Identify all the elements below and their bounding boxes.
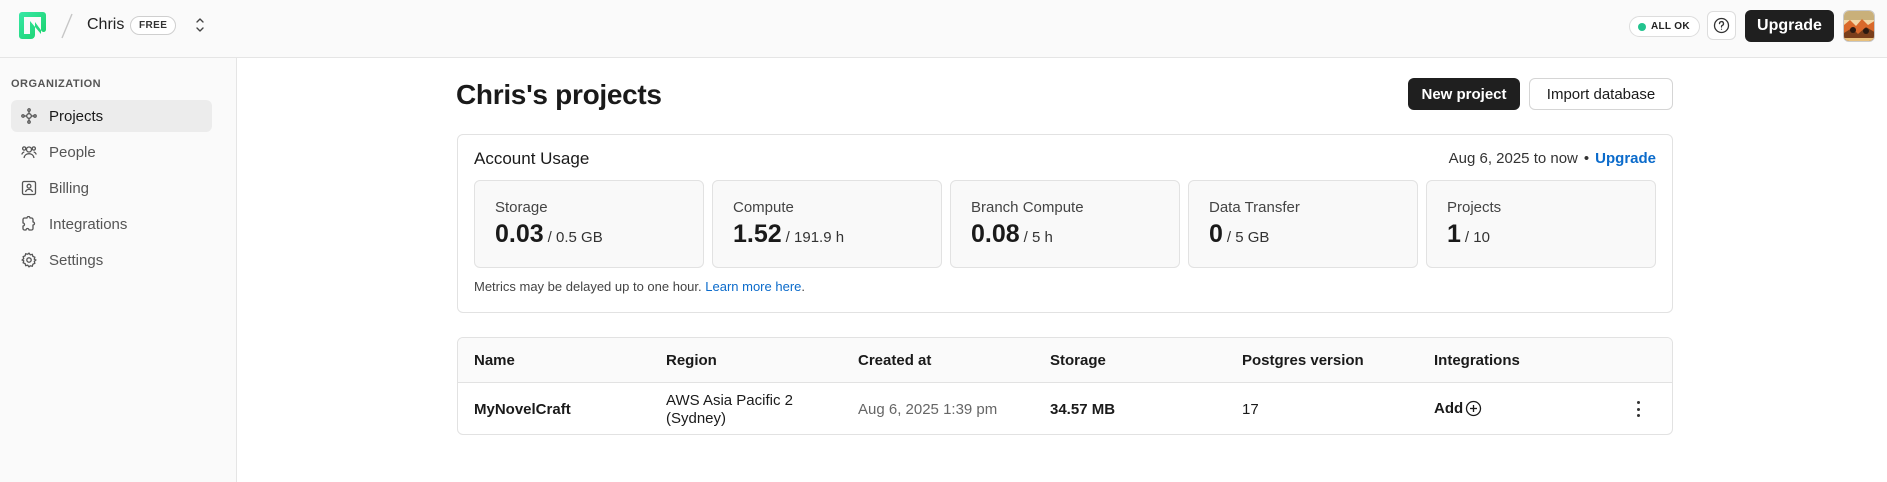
add-integration-label: Add [1434, 400, 1464, 417]
usage-title: Account Usage [474, 149, 590, 168]
column-header-region[interactable]: Region [666, 352, 717, 369]
projects-icon [21, 108, 37, 124]
sidebar-item-billing[interactable]: Billing [11, 172, 212, 204]
metric-projects: Projects 1/ 10 [1426, 180, 1656, 268]
plan-badge: FREE [130, 16, 177, 35]
metric-value: 1.52 [733, 220, 782, 248]
status-label: ALL OK [1651, 21, 1690, 32]
page-title: Chris's projects [456, 79, 662, 110]
import-database-button[interactable]: Import database [1529, 78, 1673, 110]
chevron-up-down-icon[interactable] [193, 16, 207, 34]
usage-upgrade-link[interactable]: Upgrade [1595, 150, 1656, 167]
usage-range-text: Aug 6, 2025 to now [1448, 150, 1578, 167]
metric-limit: / 5 GB [1226, 229, 1270, 246]
metric-label: Data Transfer [1209, 199, 1300, 216]
billing-icon [21, 180, 37, 196]
metric-limit: / 0.5 GB [547, 229, 603, 246]
sidebar-item-label: Projects [49, 107, 104, 125]
usage-note-text: Metrics may be delayed up to one hour. [474, 279, 702, 294]
metric-data-transfer: Data Transfer 0/ 5 GB [1188, 180, 1418, 268]
usage-note: Metrics may be delayed up to one hour. L… [474, 279, 805, 294]
org-name[interactable]: Chris [87, 16, 124, 34]
breadcrumb-separator [60, 12, 74, 40]
sidebar-item-label: Integrations [49, 215, 128, 233]
project-storage: 34.57 MB [1050, 401, 1116, 418]
account-usage-card: Account Usage Aug 6, 2025 to now • Upgra… [457, 134, 1673, 313]
project-postgres-version: 17 [1242, 401, 1259, 418]
usage-range: Aug 6, 2025 to now • Upgrade [1449, 150, 1656, 167]
add-integration-button[interactable]: Add [1434, 400, 1482, 417]
new-project-button[interactable]: New project [1408, 78, 1520, 110]
projects-table: Name Region Created at Storage Postgres … [457, 337, 1673, 435]
status-dot-icon [1638, 22, 1646, 31]
metric-label: Branch Compute [971, 199, 1084, 216]
metric-limit: / 191.9 h [785, 229, 845, 246]
metric-branch-compute: Branch Compute 0.08/ 5 h [950, 180, 1180, 268]
column-header-created[interactable]: Created at [858, 352, 931, 369]
column-header-storage[interactable]: Storage [1050, 352, 1106, 369]
upgrade-button[interactable]: Upgrade [1745, 10, 1834, 42]
sidebar-item-label: People [49, 143, 96, 161]
project-name-link[interactable]: MyNovelCraft [474, 401, 571, 418]
sidebar-item-people[interactable]: People [11, 136, 212, 168]
project-region: AWS Asia Pacific 2 (Sydney) [666, 392, 793, 428]
usage-range-separator: • [1583, 150, 1590, 167]
project-region-line2: (Sydney) [666, 410, 727, 427]
status-badge[interactable]: ALL OK [1629, 16, 1700, 37]
gear-icon [21, 252, 37, 268]
sidebar-heading: ORGANIZATION [11, 78, 102, 90]
metric-label: Compute [733, 199, 794, 216]
metric-value: 0 [1209, 220, 1223, 248]
column-header-integrations: Integrations [1434, 352, 1520, 369]
metric-value: 0.08 [971, 220, 1020, 248]
sidebar-item-projects[interactable]: Projects [11, 100, 212, 132]
metric-label: Projects [1447, 199, 1502, 216]
metric-label: Storage [495, 199, 548, 216]
metric-value: 0.03 [495, 220, 544, 248]
help-button[interactable] [1707, 11, 1736, 40]
metric-storage: Storage 0.03/ 0.5 GB [474, 180, 704, 268]
neon-logo-icon[interactable] [19, 12, 46, 39]
people-icon [21, 144, 37, 160]
sidebar-item-integrations[interactable]: Integrations [11, 208, 212, 240]
column-header-name[interactable]: Name [474, 352, 515, 369]
plus-circle-icon [1466, 400, 1482, 417]
sidebar-item-settings[interactable]: Settings [11, 244, 212, 276]
learn-more-link[interactable]: Learn more here [705, 279, 801, 294]
sidebar-item-label: Billing [49, 179, 90, 197]
integrations-icon [21, 216, 37, 232]
metric-limit: / 5 h [1023, 229, 1053, 246]
top-bar: Chris FREE ALL OK Upgrade [0, 0, 1887, 58]
metric-compute: Compute 1.52/ 191.9 h [712, 180, 942, 268]
avatar[interactable] [1843, 10, 1875, 42]
help-icon [1713, 17, 1730, 34]
metric-value: 1 [1447, 220, 1461, 248]
more-options-icon[interactable] [1635, 401, 1641, 417]
sidebar-item-label: Settings [49, 251, 104, 269]
table-header: Name Region Created at Storage Postgres … [458, 338, 1672, 383]
usage-note-end: . [801, 279, 806, 294]
column-header-postgres-version[interactable]: Postgres version [1242, 352, 1364, 369]
project-created-at: Aug 6, 2025 1:39 pm [858, 401, 998, 418]
project-region-line1: AWS Asia Pacific 2 [666, 392, 793, 409]
metric-limit: / 10 [1464, 229, 1490, 246]
sidebar: ORGANIZATION Projects People Billing Int… [0, 58, 237, 482]
